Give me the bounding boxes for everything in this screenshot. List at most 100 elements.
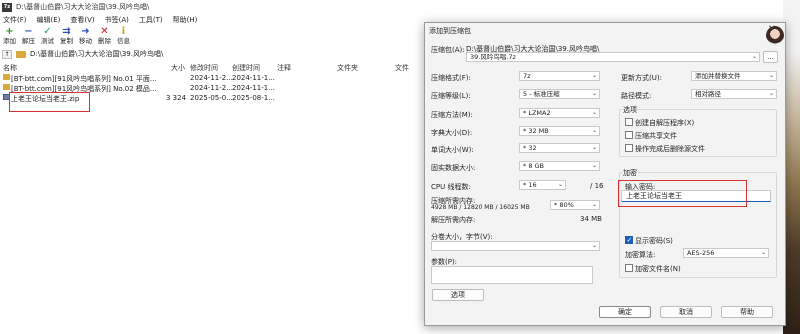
fm-toolbar: + 添加 − 解压 ✓ 测试 ⇉ 复制 ➜ 移动 ✕ 删除 i 信息	[0, 26, 420, 48]
delete-button[interactable]: ✕ 删除	[95, 26, 114, 48]
method-label: 压缩方法(M):	[431, 111, 473, 119]
highlight-box	[9, 92, 90, 112]
chevron-down-icon: ⌄	[591, 144, 597, 151]
encryption-method-select[interactable]: AES-256 ⌄	[683, 248, 769, 258]
ok-button[interactable]: 确定	[599, 306, 651, 318]
folder-icon	[3, 74, 10, 80]
chevron-down-icon: ⌄	[768, 72, 774, 79]
shared-files-checkbox[interactable]	[625, 131, 633, 139]
encryption-group-title: 加密	[622, 168, 638, 178]
chevron-down-icon: ⌄	[591, 90, 597, 97]
encrypt-names-checkbox[interactable]	[625, 264, 633, 272]
chevron-down-icon: ⌄	[591, 242, 597, 249]
sfx-checkbox[interactable]	[625, 118, 633, 126]
row-created: 2024-11-1...	[232, 74, 275, 82]
highlight-box	[618, 180, 747, 207]
move-arrow-icon: ➜	[81, 26, 90, 37]
chevron-down-icon: ⌄	[768, 90, 774, 97]
cpu-threads-select[interactable]: * 16 ⌄	[519, 180, 566, 190]
level-select[interactable]: 5 - 标准压缩 ⌄	[519, 89, 600, 99]
fm-menubar: 文件(F) 编辑(E) 查看(V) 书签(A) 工具(T) 帮助(H)	[0, 14, 420, 26]
format-select[interactable]: 7z ⌄	[519, 71, 600, 81]
word-size-label: 单词大小(W):	[431, 146, 474, 154]
delete-icon: ✕	[100, 26, 109, 37]
menu-bookmarks[interactable]: 书签(A)	[102, 15, 136, 25]
info-label: 信息	[117, 37, 130, 45]
copy-arrow-icon: ⇉	[62, 26, 71, 37]
delete-after-checkbox[interactable]	[625, 144, 633, 152]
dictionary-label: 字典大小(D):	[431, 129, 473, 137]
browse-button[interactable]: ...	[763, 51, 778, 63]
level-label: 压缩等级(L):	[431, 92, 471, 100]
folder-icon	[3, 84, 10, 90]
copy-button[interactable]: ⇉ 复制	[57, 26, 76, 48]
solid-size-value: * 8 GB	[523, 162, 545, 170]
row-modified: 2025-05-0...	[190, 94, 233, 102]
add-button[interactable]: + 添加	[0, 26, 19, 48]
encryption-method-label: 加密算法:	[625, 251, 656, 259]
copy-label: 复制	[60, 37, 73, 45]
dictionary-select[interactable]: * 32 MB ⌄	[519, 126, 600, 136]
path-mode-label: 路径模式:	[621, 92, 652, 100]
cpu-threads-value: * 16	[523, 181, 537, 189]
delete-label: 删除	[98, 37, 111, 45]
update-mode-select[interactable]: 添加并替换文件 ⌄	[691, 71, 777, 81]
menu-help[interactable]: 帮助(H)	[170, 15, 205, 25]
col-created[interactable]: 创建时间	[232, 63, 260, 73]
cpu-threads-label: CPU 线程数:	[431, 183, 471, 191]
menu-tools[interactable]: 工具(T)	[136, 15, 170, 25]
chevron-down-icon: ⌄	[557, 181, 563, 188]
move-label: 移动	[79, 37, 92, 45]
solid-size-select[interactable]: * 8 GB ⌄	[519, 161, 600, 171]
table-row[interactable]: [BT-btt.com][91风吟鸟唱系列] No.01 平面... 2024-…	[0, 73, 420, 83]
encrypt-names-label: 加密文件名(N)	[635, 265, 681, 273]
memory-percent-value: * 80%	[554, 201, 574, 209]
dictionary-value: * 32 MB	[523, 127, 549, 135]
address-path[interactable]: D:\基督山伯爵\习大大论治国\39.风吟鸟唱\	[30, 49, 163, 59]
row-created: 2024-11-1...	[232, 84, 275, 92]
test-button[interactable]: ✓ 测试	[38, 26, 57, 48]
chevron-down-icon: ⌄	[591, 162, 597, 169]
options-button[interactable]: 选项	[432, 289, 484, 301]
folder-icon	[16, 50, 26, 58]
fm-titlebar: 7z D:\基督山伯爵\习大大论治国\39.风吟鸟唱\	[0, 0, 800, 14]
dialog-title: 添加到压缩包	[429, 27, 471, 35]
col-name[interactable]: 名称	[3, 63, 17, 73]
path-mode-select[interactable]: 相对路径 ⌄	[691, 89, 777, 99]
up-folder-button[interactable]: ↑	[2, 49, 12, 59]
add-label: 添加	[3, 37, 16, 45]
col-size[interactable]: 大小	[171, 63, 185, 73]
chevron-down-icon: ⌄	[591, 201, 597, 208]
col-folders[interactable]: 文件夹	[337, 63, 358, 73]
extract-button[interactable]: − 解压	[19, 26, 38, 48]
cancel-button[interactable]: 取消	[660, 306, 712, 318]
col-files[interactable]: 文件	[395, 63, 409, 73]
row-modified: 2024-11-2...	[190, 84, 233, 92]
memory-detail: 4928 MB / 12820 MB / 16025 MB	[431, 204, 530, 211]
options-group-title: 选项	[622, 105, 638, 115]
menu-edit[interactable]: 编辑(E)	[34, 15, 68, 25]
row-created: 2025-08-1...	[232, 94, 275, 102]
menu-view[interactable]: 查看(V)	[67, 15, 101, 25]
move-button[interactable]: ➜ 移动	[76, 26, 95, 48]
decompress-memory-label: 解压所需内存:	[431, 216, 476, 224]
col-modified[interactable]: 修改时间	[190, 63, 218, 73]
7zip-app-icon: 7z	[2, 2, 12, 12]
split-select[interactable]: ⌄	[431, 241, 600, 251]
method-select[interactable]: * LZMA2 ⌄	[519, 108, 600, 118]
show-password-checkbox[interactable]	[625, 236, 633, 244]
memory-percent-select[interactable]: * 80% ⌄	[550, 200, 600, 210]
params-input[interactable]	[431, 266, 593, 284]
help-button[interactable]: 帮助	[721, 306, 773, 318]
plus-icon: +	[5, 26, 14, 37]
update-mode-label: 更新方式(U):	[621, 74, 662, 82]
path-mode-value: 相对路径	[695, 90, 721, 98]
info-button[interactable]: i 信息	[114, 26, 133, 48]
chevron-down-icon: ⌄	[751, 53, 757, 60]
archive-name-combo[interactable]: 39.风吟鸟唱.7z ⌄	[466, 52, 760, 62]
show-password-label: 显示密码(S)	[635, 237, 673, 245]
cpu-total: / 16	[590, 182, 604, 190]
menu-file[interactable]: 文件(F)	[0, 15, 34, 25]
word-size-select[interactable]: * 32 ⌄	[519, 143, 600, 153]
col-comment[interactable]: 注释	[277, 63, 291, 73]
